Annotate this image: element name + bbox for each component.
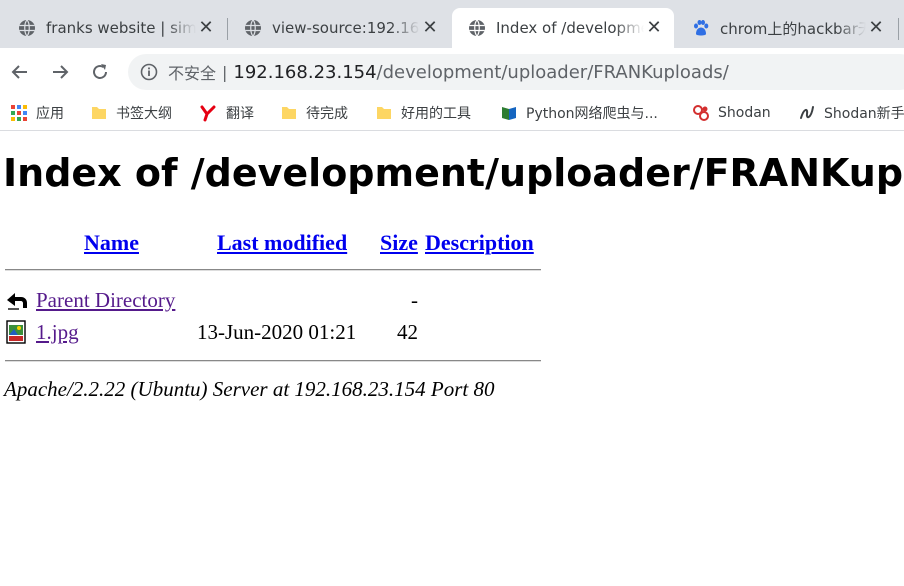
bookmark-label: Python网络爬虫与... [526,106,658,122]
arrow-left-icon [11,65,27,79]
book-icon [502,107,516,120]
table-divider [5,360,541,362]
close-icon[interactable]: ✕ [196,19,216,37]
bookmark-label: Shodan [718,105,771,121]
bookmark-translate[interactable]: 翻译 [200,101,254,125]
bookmark-label: Shodan新手 [824,106,904,122]
close-icon[interactable]: ✕ [644,19,664,37]
bookmark-label: 书签大纲 [116,106,172,122]
reload-button[interactable] [88,60,112,84]
page-content: Index of /development/uploader/FRANKuplo… [0,131,904,586]
back-button[interactable] [8,60,32,84]
bookmark-folder-outline[interactable]: 书签大纲 [90,101,172,125]
arrow-right-icon [53,65,69,79]
tab-view-source[interactable]: view-source:192.168.23.154 ✕ [228,8,450,48]
folder-icon [92,107,106,119]
shodan-icon [693,105,709,121]
reload-icon [93,64,107,79]
address-bar[interactable]: 不安全 | 192.168.23.154/development/uploade… [128,54,904,90]
bookmark-folder-tools[interactable]: 好用的工具 [375,101,471,125]
table-divider [5,269,541,271]
row-size: 42 [397,320,418,344]
back-arrow-icon [7,293,27,310]
url-host: 192.168.23.154 [233,61,377,83]
shodan-script-icon [800,106,814,119]
bookmark-shodan-newbie[interactable]: Shodan新手 [798,101,904,125]
tab-index-of-development[interactable]: Index of /development ✕ [452,8,674,48]
apps-grid-icon [11,105,27,121]
bookmark-label: 翻译 [226,106,254,122]
row-size: - [411,288,418,312]
url-path: /development/uploader/FRANKuploads/ [376,61,729,83]
sort-by-description-link[interactable]: Description [425,230,534,256]
tab-separator [898,18,899,40]
sort-by-name-link[interactable]: Name [84,230,139,256]
browser-toolbar: 不安全 | 192.168.23.154/development/uploade… [0,48,904,96]
bookmark-label: 好用的工具 [401,106,471,122]
baidu-paw-icon [694,20,709,36]
sort-by-size-link[interactable]: Size [380,230,418,256]
tab-title: view-source:192.168.23.154 [272,19,420,37]
parent-directory-link[interactable]: Parent Directory [36,288,175,313]
tab-title: Index of /development [496,19,644,37]
close-icon[interactable]: ✕ [866,19,886,37]
file-link[interactable]: 1.jpg [36,320,79,345]
folder-icon [282,107,296,119]
folder-icon [377,107,391,119]
forward-button[interactable] [48,60,72,84]
youdao-icon [200,105,216,122]
row-last-modified: 13-Jun-2020 01:21 [197,320,357,344]
globe-icon [245,19,261,37]
image-file-icon [6,320,26,344]
tab-title: chrom上的hackbar无法 [720,19,866,38]
bookmark-python-crawler[interactable]: Python网络爬虫与... [500,101,658,125]
page-title: Index of /development/uploader/FRANKuplo… [3,151,904,195]
server-signature: Apache/2.2.22 (Ubuntu) Server at 192.168… [4,377,495,401]
tab-chrome-hackbar[interactable]: chrom上的hackbar无法 ✕ [676,8,896,48]
tab-strip: franks website | simple website ✕ view-s… [0,0,904,48]
globe-icon [469,19,485,37]
bookmark-shodan[interactable]: Shodan [692,101,771,125]
bookmark-label: 待完成 [306,106,348,122]
bookmark-label: 应用 [36,106,64,122]
security-label[interactable]: 不安全 [168,60,216,84]
bookmark-apps[interactable]: 应用 [10,101,64,125]
tab-franks-website[interactable]: franks website | simple website ✕ [2,8,226,48]
close-icon[interactable]: ✕ [420,19,440,37]
info-icon[interactable] [140,63,158,81]
bookmarks-bar: 应用 书签大纲 翻译 待完成 好用的工具 Python网络爬虫与... Shod… [0,96,904,131]
bookmark-folder-todo[interactable]: 待完成 [280,101,348,125]
tab-title: franks website | simple website [46,19,196,37]
url-separator: | [222,62,228,82]
sort-by-last-modified-link[interactable]: Last modified [217,230,347,256]
globe-icon [19,19,35,37]
